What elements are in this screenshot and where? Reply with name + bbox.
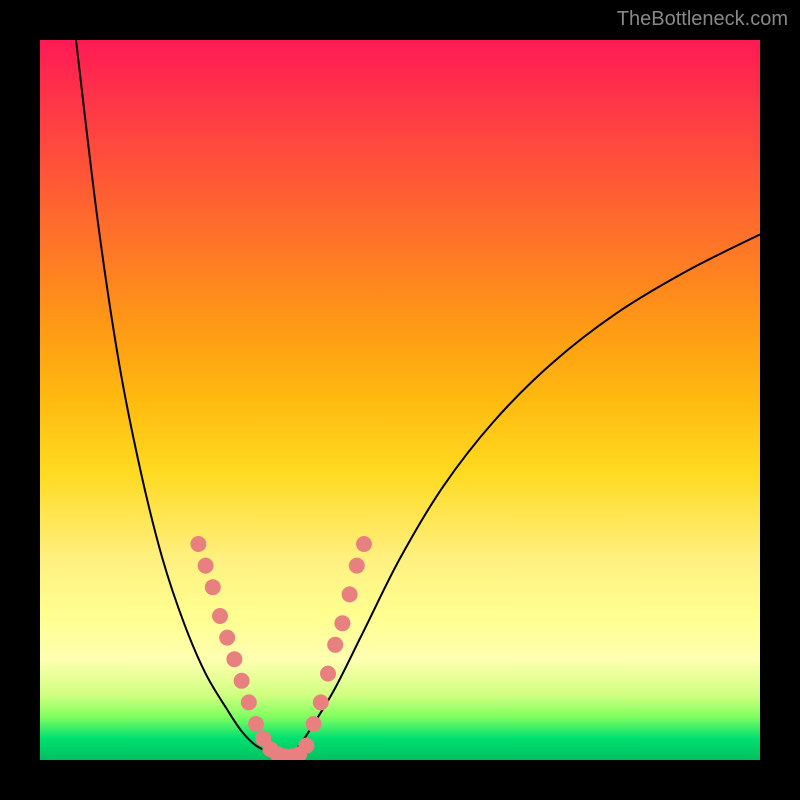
data-dot [342, 586, 358, 602]
plot-area [40, 40, 760, 760]
data-dot [219, 630, 235, 646]
data-dot [327, 637, 343, 653]
data-dot [190, 536, 206, 552]
data-dot [198, 558, 214, 574]
data-dot [349, 558, 365, 574]
data-dot [248, 716, 264, 732]
data-dot [298, 738, 314, 754]
data-dot [270, 746, 286, 760]
data-dot [205, 579, 221, 595]
data-dot [277, 748, 293, 760]
data-dot [334, 615, 350, 631]
data-dot [284, 748, 300, 760]
data-dot [212, 608, 228, 624]
data-dot [306, 716, 322, 732]
right-curve [285, 234, 760, 760]
data-dot [255, 730, 271, 746]
data-dot [262, 741, 278, 757]
data-dot [313, 694, 329, 710]
left-curve [76, 40, 285, 760]
data-dot [241, 694, 257, 710]
data-dot [291, 746, 307, 760]
data-dot [226, 651, 242, 667]
chart-container: TheBottleneck.com [0, 0, 800, 800]
data-dot [234, 673, 250, 689]
data-dot [356, 536, 372, 552]
watermark-text: TheBottleneck.com [617, 8, 788, 31]
scatter-dots [190, 536, 372, 760]
curves-svg [40, 40, 760, 760]
data-dot [320, 666, 336, 682]
